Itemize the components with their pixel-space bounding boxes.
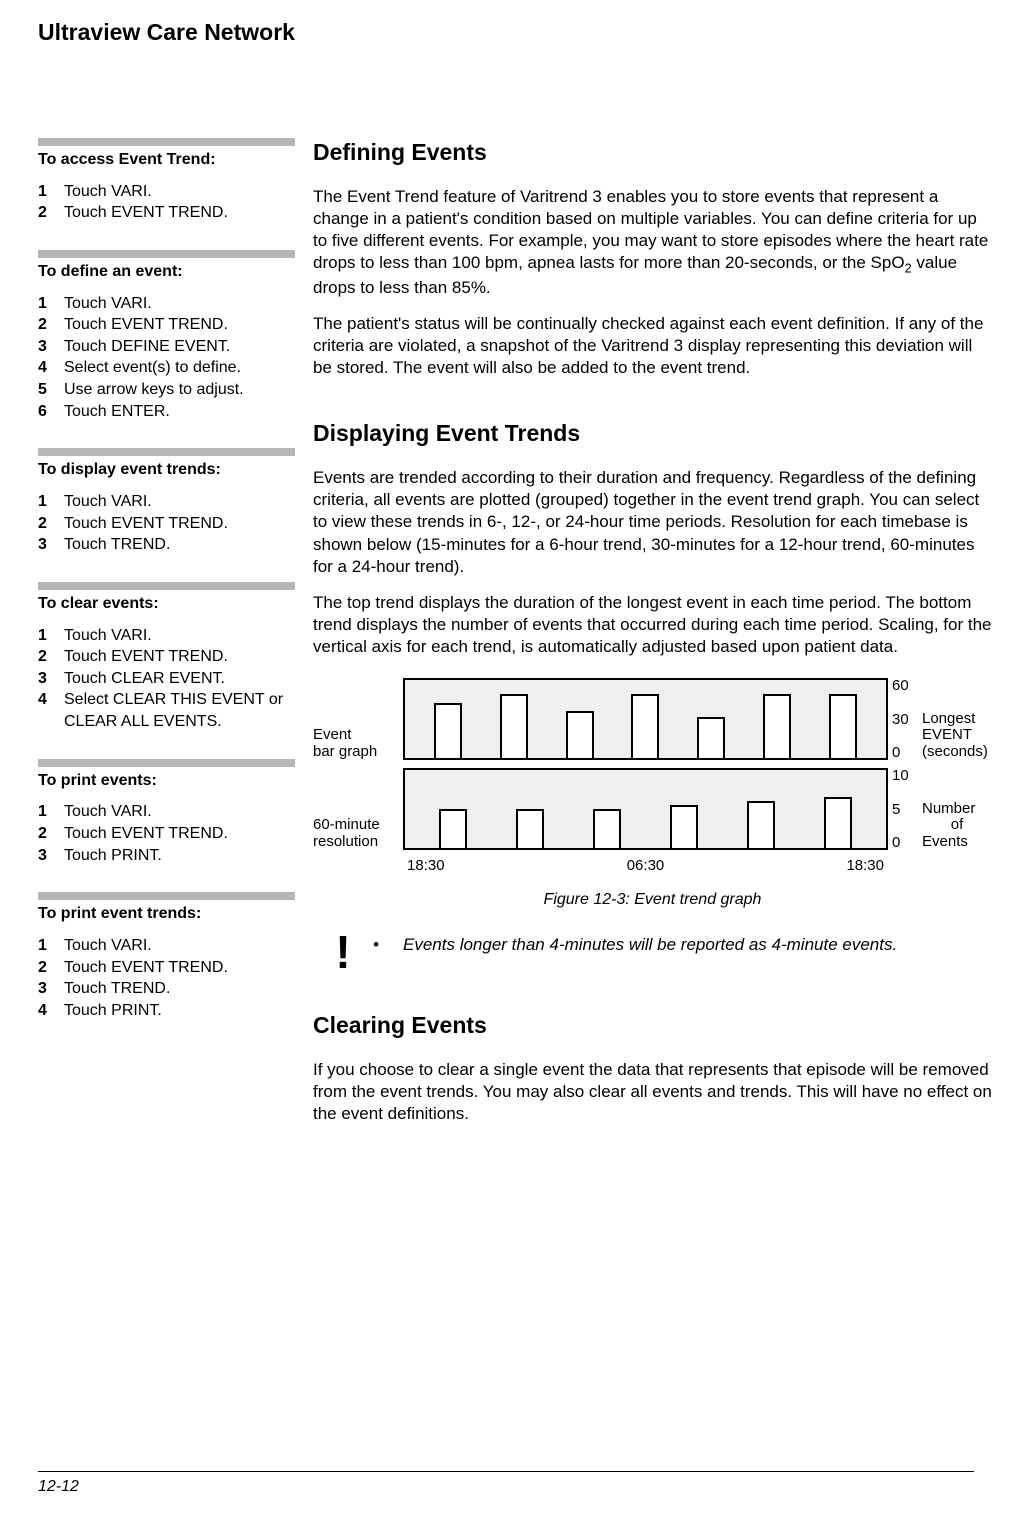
warning-icon: ! (313, 934, 373, 971)
side-block-print-events: To print events: 1Touch VARI. 2Touch EVE… (38, 759, 295, 867)
figure-caption: Figure 12-3: Event trend graph (313, 890, 992, 911)
y-ticks-top: 60 30 0 (888, 678, 920, 760)
rule (38, 448, 295, 456)
side-title: To clear events: (38, 594, 295, 615)
step: 2Touch EVENT TREND. (38, 314, 295, 336)
paragraph: Events are trended according to their du… (313, 467, 992, 577)
main-content: Defining Events The Event Trend feature … (313, 138, 992, 1139)
subscript: 2 (905, 260, 912, 275)
x-tick: 18:30 (407, 856, 445, 876)
bar (439, 809, 467, 848)
rule (38, 138, 295, 146)
step: 2Touch EVENT TREND. (38, 513, 295, 535)
bar (631, 694, 659, 758)
side-block-display: To display event trends: 1Touch VARI. 2T… (38, 448, 295, 556)
y-label: Longest (922, 711, 992, 728)
rule (38, 892, 295, 900)
bullet: • (373, 934, 403, 971)
step: 4Touch PRINT. (38, 1000, 295, 1022)
step: 2Touch EVENT TREND. (38, 957, 295, 979)
rule (38, 250, 295, 258)
step: 1Touch VARI. (38, 935, 295, 957)
step: 1Touch VARI. (38, 625, 295, 647)
step: 3Touch DEFINE EVENT. (38, 336, 295, 358)
side-title: To print events: (38, 771, 295, 792)
side-block-clear: To clear events: 1Touch VARI. 2Touch EVE… (38, 582, 295, 733)
bar (500, 694, 528, 758)
x-tick: 18:30 (846, 856, 884, 876)
sidebar: To access Event Trend: 1Touch VARI. 2Tou… (38, 138, 313, 1139)
bar (763, 694, 791, 758)
x-tick: 06:30 (627, 856, 665, 876)
chart-area-top (403, 678, 888, 760)
bar (829, 694, 857, 758)
y-label: (seconds) (922, 744, 992, 761)
step: 6Touch ENTER. (38, 401, 295, 423)
y-label: of (922, 817, 992, 834)
chart-area-bottom (403, 768, 888, 850)
step: 3Touch TREND. (38, 978, 295, 1000)
y-label: Events (922, 834, 992, 851)
figure-event-trend: Event bar graph 60 30 0 (313, 678, 992, 910)
step: 1Touch VARI. (38, 181, 295, 203)
step: 2Touch EVENT TREND. (38, 823, 295, 845)
y-label: EVENT (922, 727, 992, 744)
bar (434, 703, 462, 758)
page-title: Ultraview Care Network (0, 0, 1012, 48)
step: 1Touch VARI. (38, 293, 295, 315)
side-title: To display event trends: (38, 460, 295, 481)
heading-clearing: Clearing Events (313, 1011, 992, 1041)
bar (824, 797, 852, 848)
step: 3Touch PRINT. (38, 845, 295, 867)
step: 2Touch EVENT TREND. (38, 202, 295, 224)
chart-left-label: 60-minute (313, 816, 403, 833)
step: 4Select CLEAR THIS EVENT or CLEAR ALL EV… (38, 689, 295, 732)
bar (697, 717, 725, 758)
side-block-print-trends: To print event trends: 1Touch VARI. 2Tou… (38, 892, 295, 1021)
bar (593, 809, 621, 848)
y-label: Number (922, 801, 992, 818)
step: 5Use arrow keys to adjust. (38, 379, 295, 401)
paragraph: The top trend displays the duration of t… (313, 592, 992, 658)
paragraph: If you choose to clear a single event th… (313, 1059, 992, 1125)
paragraph: The patient's status will be continually… (313, 313, 992, 379)
step: 3Touch CLEAR EVENT. (38, 668, 295, 690)
step: 4Select event(s) to define. (38, 357, 295, 379)
bar (516, 809, 544, 848)
rule (38, 582, 295, 590)
y-ticks-bottom: 10 5 0 (888, 768, 920, 850)
heading-displaying: Displaying Event Trends (313, 419, 992, 449)
chart-left-label: resolution (313, 833, 403, 850)
paragraph: The Event Trend feature of Varitrend 3 e… (313, 186, 992, 299)
side-title: To define an event: (38, 262, 295, 283)
x-axis: 18:30 06:30 18:30 (313, 856, 992, 876)
side-block-access: To access Event Trend: 1Touch VARI. 2Tou… (38, 138, 295, 224)
side-title: To print event trends: (38, 904, 295, 925)
footer-rule (38, 1471, 974, 1472)
chart-top: Event bar graph 60 30 0 (313, 678, 992, 760)
chart-bottom: 60-minute resolution 10 5 0 Nu (313, 768, 992, 850)
step: 3Touch TREND. (38, 534, 295, 556)
heading-defining: Defining Events (313, 138, 992, 168)
chart-left-label: Event (313, 726, 403, 743)
step: 1Touch VARI. (38, 801, 295, 823)
bar (670, 805, 698, 848)
step: 2Touch EVENT TREND. (38, 646, 295, 668)
rule (38, 759, 295, 767)
page-number: 12-12 (38, 1477, 79, 1498)
side-title: To access Event Trend: (38, 150, 295, 171)
note: ! • Events longer than 4-minutes will be… (313, 934, 992, 971)
note-text: Events longer than 4-minutes will be rep… (403, 934, 992, 971)
bar (566, 711, 594, 758)
bar (747, 801, 775, 848)
step: 1Touch VARI. (38, 491, 295, 513)
chart-left-label: bar graph (313, 743, 403, 760)
side-block-define: To define an event: 1Touch VARI. 2Touch … (38, 250, 295, 422)
